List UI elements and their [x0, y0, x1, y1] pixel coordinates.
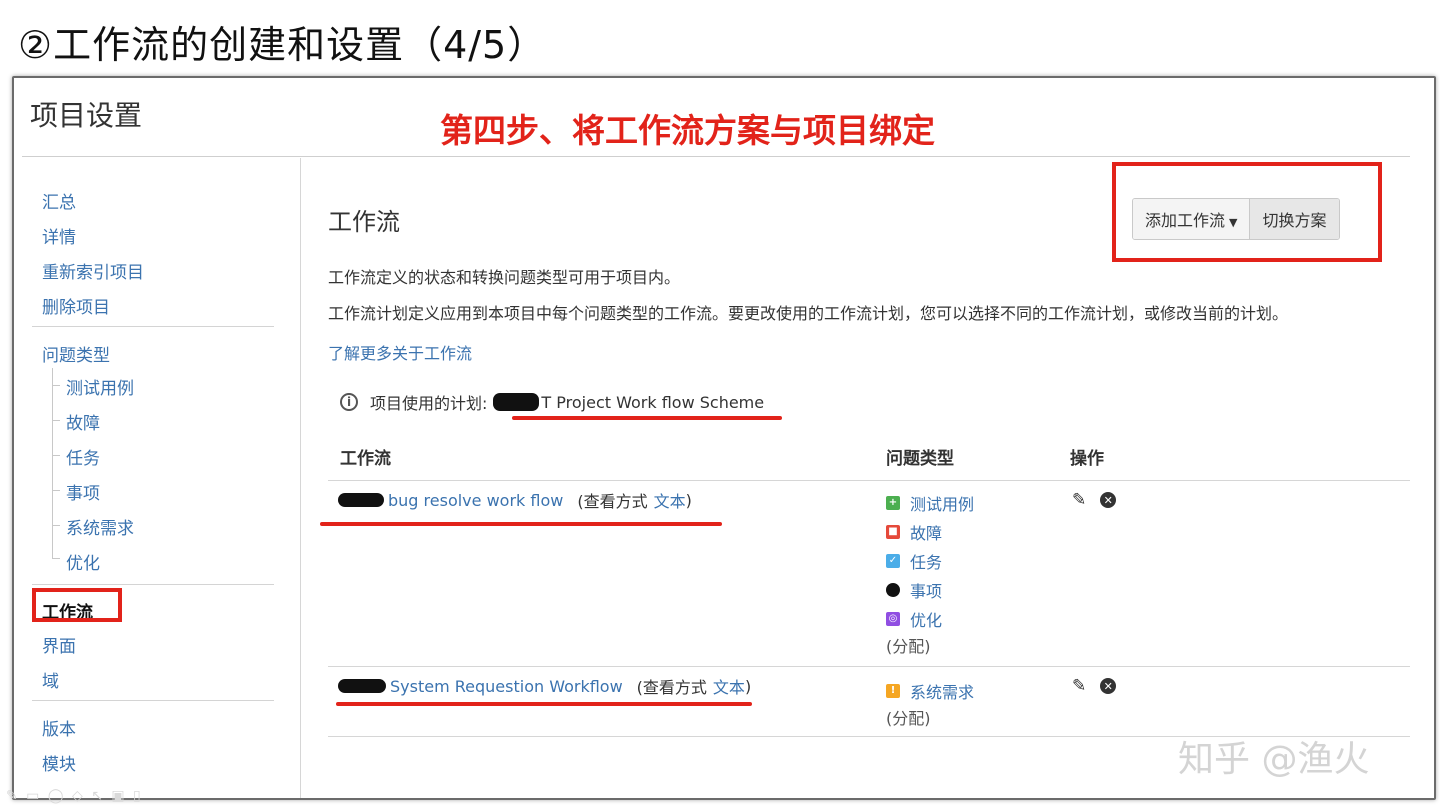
sidebar-item-components[interactable]: 模块	[42, 750, 76, 775]
sidebar-item-task[interactable]: 任务	[66, 444, 100, 469]
workflow-row-2-name: System Requestion Workflow (查看方式 文本 )	[338, 674, 751, 698]
description-line-2: 工作流计划定义应用到本项目中每个问题类型的工作流。要更改使用的工作流计划，您可以…	[328, 304, 1289, 323]
sidebar-item-issue-types[interactable]: 问题类型	[42, 341, 110, 366]
issue-type-item[interactable]: 事项	[886, 575, 974, 604]
assign-link[interactable]: (分配)	[886, 705, 974, 729]
slide-title: ②工作流的创建和设置（4/5）	[18, 23, 547, 67]
assign-link[interactable]: (分配)	[886, 633, 974, 657]
workflow-row-1-name: bug resolve work flow (查看方式 文本 )	[338, 488, 692, 512]
view-as-close: )	[744, 676, 752, 696]
issue-type-list-1: + 测试用例 ■ 故障 ✓ 任务 事项 ◎ 优化 (分配)	[886, 488, 974, 657]
edit-pencil-icon[interactable]: ✎	[1072, 676, 1086, 696]
view-as-text-link[interactable]: 文本	[654, 488, 686, 512]
sidebar-item-improvement[interactable]: 优化	[66, 549, 100, 574]
requirement-icon: !	[886, 683, 900, 698]
issue-type-label: 优化	[910, 610, 943, 630]
slide-annotation-toolbar: ✎ ▭ ◯ ◇ ↖ ▣ ▯	[6, 788, 143, 804]
row-divider	[328, 666, 1410, 667]
issue-type-item[interactable]: + 测试用例	[886, 488, 974, 517]
project-settings-screenshot: 项目设置 第四步、将工作流方案与项目绑定 汇总 详情 重新索引项目 删除项目 问…	[12, 76, 1436, 800]
sidebar-item-details[interactable]: 详情	[42, 223, 76, 248]
sidebar-item-screens[interactable]: 界面	[42, 632, 76, 657]
view-as-label: (查看方式	[636, 678, 707, 697]
tree-tick	[52, 385, 60, 386]
task-icon: ✓	[886, 553, 900, 568]
sidebar-divider	[32, 584, 274, 585]
sidebar-item-bug[interactable]: 故障	[66, 409, 100, 434]
sidebar-item-reindex[interactable]: 重新索引项目	[42, 258, 144, 283]
redacted-icon	[886, 582, 900, 597]
tree-line	[52, 368, 53, 558]
view-as-text-link[interactable]: 文本	[713, 674, 745, 698]
issue-type-item[interactable]: ! 系统需求	[886, 676, 974, 705]
learn-more-link[interactable]: 了解更多关于工作流	[328, 340, 472, 364]
underline-workflow-2	[336, 702, 752, 706]
sidebar-item-fields[interactable]: 域	[42, 667, 59, 692]
view-as-label: (查看方式	[577, 492, 648, 511]
description-line-1: 工作流定义的状态和转换问题类型可用于项目内。	[328, 268, 681, 287]
page-title: 项目设置	[30, 99, 143, 132]
redaction-mark	[338, 493, 384, 507]
column-header-issue-types: 问题类型	[886, 449, 954, 469]
sidebar-item-matter[interactable]: 事项	[66, 479, 100, 504]
delete-x-icon[interactable]: ✕	[1100, 678, 1117, 694]
sidebar-item-summary[interactable]: 汇总	[42, 188, 76, 213]
column-header-actions: 操作	[1070, 449, 1104, 469]
sidebar-item-versions[interactable]: 版本	[42, 715, 76, 740]
tree-tick	[52, 490, 60, 491]
tree-tick	[52, 420, 60, 421]
sidebar-item-test-case[interactable]: 测试用例	[66, 374, 134, 399]
highlight-box-workflows	[32, 588, 122, 622]
sidebar: 汇总 详情 重新索引项目 删除项目 问题类型 测试用例 故障 任务 事项 系统需…	[14, 158, 301, 798]
step-banner: 第四步、将工作流方案与项目绑定	[440, 111, 935, 150]
redaction-mark	[493, 393, 540, 411]
redaction-mark	[338, 679, 386, 693]
improvement-icon: ◎	[886, 611, 900, 626]
sidebar-item-requirement[interactable]: 系统需求	[66, 514, 134, 539]
issue-type-label: 任务	[910, 552, 943, 572]
column-header-workflow: 工作流	[340, 449, 391, 469]
sidebar-item-delete-project[interactable]: 删除项目	[42, 293, 110, 318]
scheme-info: i 项目使用的计划: T Project Work flow Scheme	[340, 390, 764, 414]
tree-tick	[52, 455, 60, 456]
watermark: 知乎 @渔火	[1178, 739, 1370, 780]
highlight-box-buttons	[1112, 162, 1382, 262]
info-icon: i	[340, 393, 358, 411]
underline-workflow-1	[320, 522, 722, 526]
issue-type-label: 事项	[910, 581, 943, 601]
sidebar-divider	[32, 700, 274, 701]
sidebar-divider	[32, 326, 274, 327]
bug-icon: ■	[886, 524, 900, 539]
table-header-divider	[328, 480, 1410, 481]
issue-type-item[interactable]: ■ 故障	[886, 517, 974, 546]
workflow-row-2-actions: ✎ ✕	[1072, 676, 1117, 696]
issue-type-list-2: ! 系统需求 (分配)	[886, 676, 974, 729]
issue-type-label: 系统需求	[910, 682, 975, 702]
scheme-label: 项目使用的计划:	[370, 394, 488, 413]
underline-scheme	[512, 416, 782, 420]
edit-pencil-icon[interactable]: ✎	[1072, 490, 1086, 510]
header-divider	[22, 156, 1410, 157]
issue-type-label: 故障	[910, 523, 943, 543]
test-case-icon: +	[886, 495, 900, 510]
scheme-name[interactable]: T Project Work flow Scheme	[541, 393, 764, 412]
tree-tick	[52, 558, 60, 559]
issue-type-item[interactable]: ✓ 任务	[886, 546, 974, 575]
workflow-link[interactable]: System Requestion Workflow	[390, 677, 623, 696]
delete-x-icon[interactable]: ✕	[1100, 492, 1117, 508]
workflow-link[interactable]: bug resolve work flow	[388, 491, 563, 510]
section-title: 工作流	[328, 208, 400, 236]
view-as-close: )	[685, 490, 692, 510]
issue-type-item[interactable]: ◎ 优化	[886, 604, 974, 633]
issue-type-label: 测试用例	[910, 494, 975, 514]
workflow-row-1-actions: ✎ ✕	[1072, 490, 1117, 510]
tree-tick	[52, 525, 60, 526]
